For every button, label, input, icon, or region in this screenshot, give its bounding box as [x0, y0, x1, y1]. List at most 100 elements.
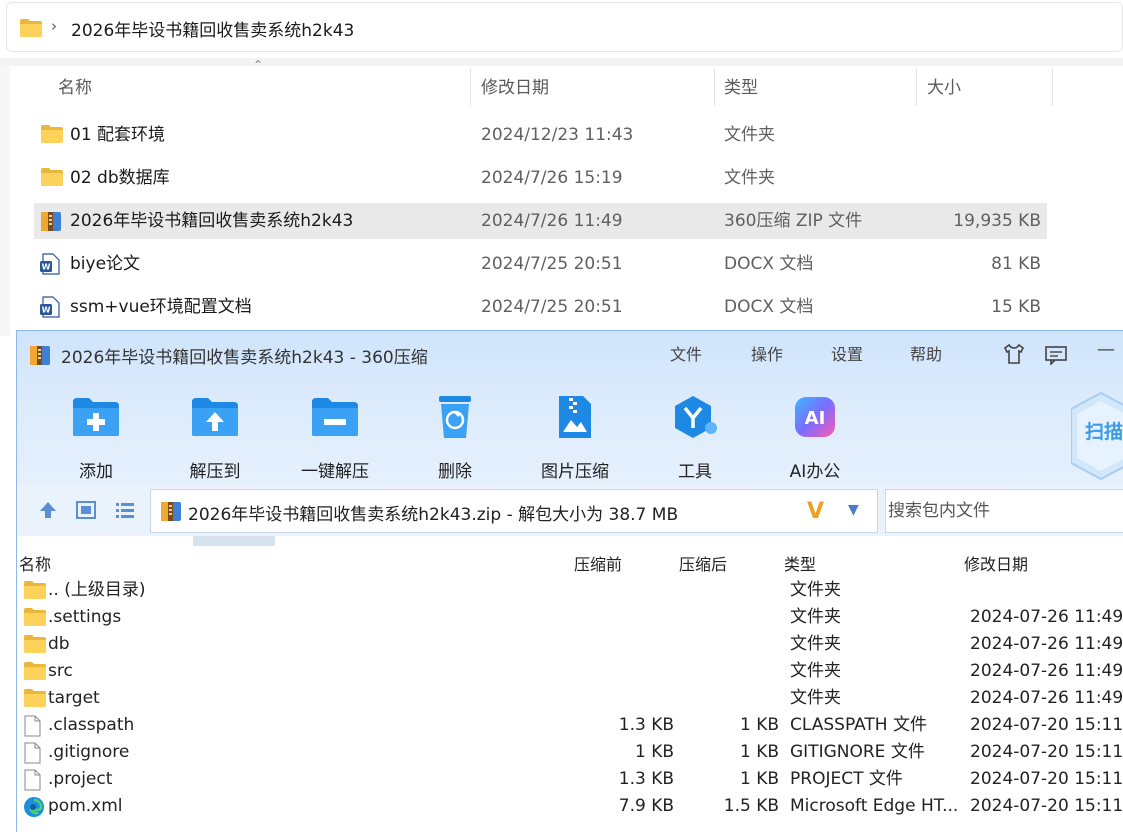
entry-type: Microsoft Edge HT... — [790, 796, 959, 816]
file-date: 2024/7/26 15:19 — [481, 168, 623, 188]
entry-name: .project — [48, 769, 113, 789]
file-row[interactable]: 02 db数据库 2024/7/26 15:19 文件夹 — [34, 160, 1047, 196]
chevron-down-icon[interactable]: ▼ — [848, 502, 859, 518]
word-document-icon — [40, 253, 60, 275]
column-divider[interactable] — [470, 68, 471, 106]
column-header-name[interactable]: 名称 — [19, 551, 51, 575]
archive-row[interactable]: src 文件夹 2024-07-26 11:49 — [17, 658, 1123, 685]
toolbar-image-compress-button[interactable]: 图片压缩 — [525, 391, 625, 482]
file-size: 19,935 KB — [953, 211, 1041, 231]
folder-icon — [23, 688, 47, 708]
menu-help[interactable]: 帮助 — [910, 341, 942, 365]
entry-date: 2024-07-26 11:49 — [970, 688, 1123, 708]
menu-operation[interactable]: 操作 — [751, 341, 783, 365]
toolbar-separator — [0, 58, 1123, 66]
archive-search[interactable] — [885, 489, 1123, 533]
toolbar-add-button[interactable]: 添加 — [46, 391, 146, 482]
file-type: 360压缩 ZIP 文件 — [724, 211, 863, 231]
zip-archive-icon — [160, 500, 182, 522]
archive-row[interactable]: .. (上级目录) 文件夹 — [17, 577, 1123, 604]
archive-row[interactable]: .classpath 1.3 KB 1 KB CLASSPATH 文件 2024… — [17, 712, 1123, 739]
archive-row[interactable]: .project 1.3 KB 1 KB PROJECT 文件 2024-07-… — [17, 766, 1123, 793]
entry-name: db — [48, 634, 70, 654]
archive-row[interactable]: pom.xml 7.9 KB 1.5 KB Microsoft Edge HT.… — [17, 793, 1123, 820]
folder-icon — [40, 124, 64, 144]
archive-row[interactable]: target 文件夹 2024-07-26 11:49 — [17, 685, 1123, 712]
column-header-date[interactable]: 修改日期 — [481, 66, 549, 110]
toolbar-extract-to-label: 解压到 — [189, 462, 241, 482]
file-type: 文件夹 — [724, 125, 775, 145]
menu-file[interactable]: 文件 — [670, 341, 702, 365]
column-header-modified[interactable]: 修改日期 — [964, 551, 1028, 575]
address-bar[interactable]: › 2026年毕设书籍回收售卖系统h2k43 — [6, 2, 1123, 52]
recycle-bin-icon — [429, 391, 481, 443]
v-logo-icon[interactable]: V — [807, 499, 824, 524]
column-divider[interactable] — [916, 68, 917, 106]
archive-search-input[interactable] — [886, 490, 1123, 532]
toolbar-tools-button[interactable]: 工具 — [645, 391, 745, 482]
file-icon — [23, 769, 41, 791]
column-header-name[interactable]: 名称 — [58, 66, 92, 110]
toolbar-extract-to-button[interactable]: 解压到 — [165, 391, 265, 482]
file-row[interactable]: 01 配套环境 2024/12/23 11:43 文件夹 — [34, 117, 1047, 153]
column-header-type[interactable]: 类型 — [724, 66, 758, 110]
minimize-icon[interactable]: — — [1097, 339, 1115, 360]
entry-date: 2024-07-20 15:11 — [970, 715, 1123, 735]
file-size: 15 KB — [991, 297, 1041, 317]
file-row-selected[interactable]: 2026年毕设书籍回收售卖系统h2k43 2024/7/26 11:49 360… — [34, 203, 1047, 239]
menu-settings[interactable]: 设置 — [831, 341, 863, 365]
scroll-tab[interactable] — [193, 536, 275, 546]
folder-icon — [23, 634, 47, 654]
list-view-icon[interactable] — [114, 499, 136, 521]
toolbar-ai-office-label: AI办公 — [789, 462, 841, 482]
breadcrumb[interactable]: 2026年毕设书籍回收售卖系统h2k43 — [71, 16, 354, 41]
edge-icon — [23, 796, 45, 818]
column-divider[interactable] — [1052, 68, 1053, 106]
entry-date: 2024-07-20 15:11 — [970, 742, 1123, 762]
column-divider[interactable] — [714, 68, 715, 106]
entry-type: GITIGNORE 文件 — [790, 742, 925, 762]
file-row[interactable]: biye论文 2024/7/25 20:51 DOCX 文档 81 KB — [34, 246, 1047, 282]
skin-tshirt-icon[interactable] — [1002, 343, 1026, 365]
file-icon — [23, 742, 41, 764]
up-level-icon[interactable] — [37, 499, 59, 521]
ai-office-icon: AI — [789, 391, 841, 443]
scan-label: 扫描 — [1085, 421, 1123, 443]
entry-name: .. (上级目录) — [48, 580, 146, 600]
toolbar-image-compress-label: 图片压缩 — [541, 462, 609, 482]
file-type: DOCX 文档 — [724, 254, 814, 274]
entry-name: pom.xml — [48, 796, 123, 816]
file-size: 81 KB — [991, 254, 1041, 274]
column-header-type[interactable]: 类型 — [784, 551, 816, 575]
file-date: 2024/7/25 20:51 — [481, 254, 623, 274]
archive-row[interactable]: .gitignore 1 KB 1 KB GITIGNORE 文件 2024-0… — [17, 739, 1123, 766]
scan-button[interactable]: 扫描 — [1070, 391, 1123, 485]
navigation-pane[interactable] — [0, 66, 10, 336]
toolbar-delete-button[interactable]: 删除 — [405, 391, 505, 482]
entry-size-after: 1.5 KB — [723, 796, 779, 816]
entry-name: .gitignore — [48, 742, 130, 762]
add-folder-icon — [70, 391, 122, 443]
quick-extract-icon — [309, 391, 361, 443]
file-date: 2024/7/25 20:51 — [481, 297, 623, 317]
entry-date: 2024-07-26 11:49 — [970, 634, 1123, 654]
column-header-size-before[interactable]: 压缩前 — [574, 551, 622, 575]
file-row[interactable]: ssm+vue环境配置文档 2024/7/25 20:51 DOCX 文档 15… — [34, 289, 1047, 325]
entry-type: CLASSPATH 文件 — [790, 715, 927, 735]
archive-row[interactable]: .settings 文件夹 2024-07-26 11:49 — [17, 604, 1123, 631]
chevron-right-icon[interactable]: › — [51, 17, 57, 35]
column-header-size-after[interactable]: 压缩后 — [679, 551, 727, 575]
word-document-icon — [40, 296, 60, 318]
entry-date: 2024-07-20 15:11 — [970, 769, 1123, 789]
toolbar-add-label: 添加 — [79, 462, 113, 482]
zip-archive-icon — [40, 210, 62, 232]
toolbar-ai-office-button[interactable]: AI AI办公 — [765, 391, 865, 482]
column-header-size[interactable]: 大小 — [927, 66, 961, 110]
archive-row[interactable]: db 文件夹 2024-07-26 11:49 — [17, 631, 1123, 658]
thumbnail-view-icon[interactable] — [75, 499, 97, 521]
entry-size-before: 1 KB — [634, 742, 674, 762]
image-compress-icon — [549, 391, 601, 443]
archive-path-field[interactable]: 2026年毕设书籍回收售卖系统h2k43.zip - 解包大小为 38.7 MB… — [150, 489, 878, 533]
toolbar-quick-extract-button[interactable]: 一键解压 — [285, 391, 385, 482]
feedback-icon[interactable] — [1044, 345, 1068, 365]
